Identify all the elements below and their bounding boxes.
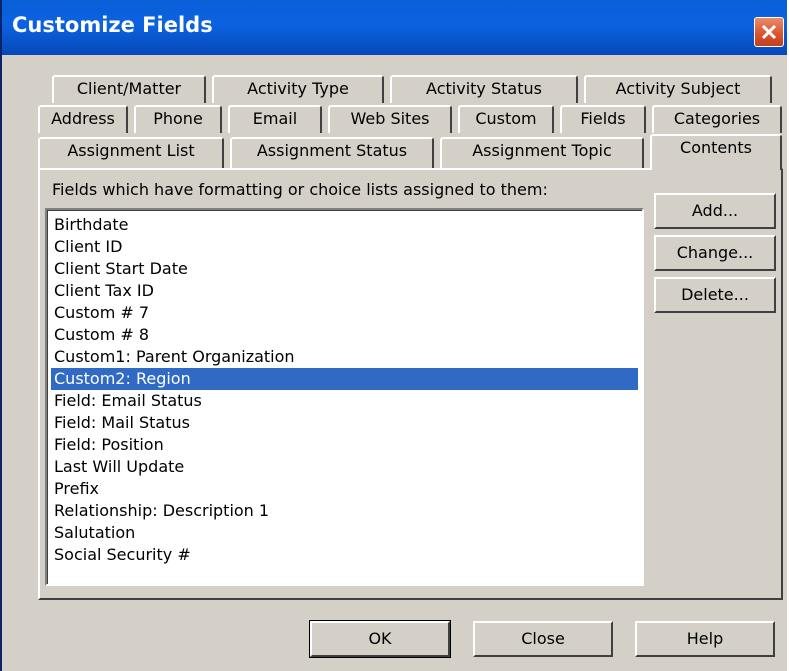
list-item[interactable]: Field: Mail Status (51, 412, 638, 434)
tab-activity-status[interactable]: Activity Status (390, 75, 578, 103)
ok-button[interactable]: OK (309, 620, 451, 658)
list-item[interactable]: Social Security # (51, 544, 638, 566)
tab-categories[interactable]: Categories (652, 105, 782, 133)
list-item[interactable]: Custom # 8 (51, 324, 638, 346)
list-item[interactable]: Last Will Update (51, 456, 638, 478)
tab-phone[interactable]: Phone (134, 105, 222, 133)
close-button[interactable]: Close (473, 621, 613, 657)
tab-custom[interactable]: Custom (458, 105, 554, 133)
tab-label: Client/Matter (76, 79, 182, 98)
title-bar[interactable]: Customize Fields (2, 0, 787, 55)
list-item[interactable]: Birthdate (51, 214, 638, 236)
tab-label: Activity Status (426, 79, 542, 98)
list-item[interactable]: Field: Position (51, 434, 638, 456)
tab-contents[interactable]: Contents (650, 134, 782, 170)
dialog-title: Customize Fields (12, 13, 213, 37)
list-item[interactable]: Custom # 7 (51, 302, 638, 324)
customize-fields-dialog: Customize Fields Client/Matter Activity … (0, 0, 787, 671)
tab-assignment-list[interactable]: Assignment List (38, 137, 224, 168)
tab-label: Fields (580, 109, 626, 128)
list-item[interactable]: Prefix (51, 478, 638, 500)
delete-button[interactable]: Delete... (654, 277, 776, 313)
tab-label: Assignment Topic (472, 141, 612, 160)
tab-label: Categories (673, 109, 761, 128)
list-item[interactable]: Client ID (51, 236, 638, 258)
tab-activity-type[interactable]: Activity Type (212, 75, 384, 103)
tab-label: Activity Type (247, 79, 349, 98)
add-button[interactable]: Add... (654, 193, 776, 229)
tab-activity-subject[interactable]: Activity Subject (584, 75, 772, 103)
tab-label: Activity Subject (615, 79, 741, 98)
tab-address[interactable]: Address (38, 105, 128, 133)
help-button[interactable]: Help (635, 621, 775, 657)
list-item[interactable]: Client Tax ID (51, 280, 638, 302)
list-item[interactable]: Custom2: Region (51, 368, 638, 390)
list-item[interactable]: Relationship: Description 1 (51, 500, 638, 522)
fields-list-label: Fields which have formatting or choice l… (52, 180, 548, 199)
list-item[interactable]: Field: Email Status (51, 390, 638, 412)
tab-label: Custom (475, 109, 537, 128)
tab-web-sites[interactable]: Web Sites (328, 105, 452, 133)
list-item[interactable]: Salutation (51, 522, 638, 544)
tab-label: Phone (153, 109, 203, 128)
tab-client-matter[interactable]: Client/Matter (52, 75, 206, 103)
list-item[interactable]: Client Start Date (51, 258, 638, 280)
tab-label: Address (51, 109, 115, 128)
tab-label: Email (252, 109, 298, 128)
tab-label: Contents (680, 138, 752, 157)
tab-assignment-topic[interactable]: Assignment Topic (440, 137, 644, 168)
tab-fields[interactable]: Fields (560, 105, 646, 133)
tab-label: Assignment List (67, 141, 195, 160)
change-button[interactable]: Change... (654, 235, 776, 271)
tab-assignment-status[interactable]: Assignment Status (230, 137, 434, 168)
close-window-button[interactable] (754, 17, 784, 47)
tab-email[interactable]: Email (228, 105, 322, 133)
tab-label: Assignment Status (256, 141, 408, 160)
listbox-content: Birthdate Client ID Client Start Date Clien… (47, 210, 642, 584)
list-item[interactable]: Custom1: Parent Organization (51, 346, 638, 368)
fields-listbox[interactable]: Birthdate Client ID Client Start Date Clien… (45, 208, 644, 586)
tab-label: Web Sites (350, 109, 430, 128)
